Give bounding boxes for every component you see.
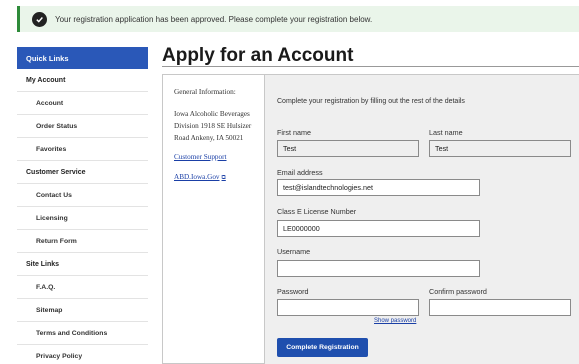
license-label: Class E License Number (277, 207, 357, 216)
agency-address: Iowa Alcoholic Beverages Division 1918 S… (174, 110, 252, 142)
sidebar-item-order-status[interactable]: Order Status (17, 115, 148, 138)
alert-message: Your registration application has been a… (55, 14, 373, 24)
confirm-password-label: Confirm password (429, 287, 487, 296)
sidebar-header: Quick Links (17, 47, 148, 69)
username-label: Username (277, 247, 311, 256)
first-name-label: First name (277, 128, 311, 137)
sidebar-item-account[interactable]: Account (17, 92, 148, 115)
form-intro: Complete your registration by filling ou… (277, 98, 465, 105)
sidebar-item-sitemap[interactable]: Sitemap (17, 299, 148, 322)
sidebar-section-site-links[interactable]: Site Links (17, 253, 148, 276)
abd-site-link[interactable]: ABD.Iowa.Gov ⧉ (174, 173, 264, 182)
last-name-field[interactable]: Test (429, 140, 571, 157)
sidebar-item-favorites[interactable]: Favorites (17, 138, 148, 161)
check-circle-icon (32, 11, 47, 27)
complete-registration-button[interactable]: Complete Registration (277, 338, 368, 357)
first-name-field[interactable]: Test (277, 140, 419, 157)
email-field[interactable]: test@islandtechnologies.net (277, 179, 480, 196)
sidebar-section-my-account[interactable]: My Account (17, 69, 148, 92)
password-label: Password (277, 287, 309, 296)
license-number-field[interactable]: LE0000000 (277, 220, 480, 237)
last-name-label: Last name (429, 128, 463, 137)
external-link-icon: ⧉ (221, 175, 226, 181)
registration-card: General Information: Iowa Alcoholic Beve… (162, 74, 579, 364)
sidebar-item-faq[interactable]: F.A.Q. (17, 276, 148, 299)
username-field[interactable] (277, 260, 480, 277)
sidebar-item-licensing[interactable]: Licensing (17, 207, 148, 230)
registration-form: Complete your registration by filling ou… (265, 75, 579, 364)
general-info-heading: General Information: (174, 87, 236, 96)
quick-links-sidebar: Quick Links My Account Account Order Sta… (17, 47, 148, 364)
success-alert: Your registration application has been a… (17, 6, 579, 32)
password-field[interactable] (277, 299, 419, 316)
show-password-link[interactable]: Show password (374, 318, 416, 324)
sidebar-item-return-form[interactable]: Return Form (17, 230, 148, 253)
customer-support-link[interactable]: Customer Support (174, 153, 264, 161)
page-title: Apply for an Account (162, 45, 354, 66)
title-divider (162, 66, 579, 67)
sidebar-item-contact-us[interactable]: Contact Us (17, 184, 148, 207)
sidebar-section-customer-service[interactable]: Customer Service (17, 161, 148, 184)
confirm-password-field[interactable] (429, 299, 571, 316)
customer-support-label: Customer Support (174, 153, 227, 161)
email-label: Email address (277, 168, 323, 177)
abd-site-label: ABD.Iowa.Gov (174, 173, 220, 181)
sidebar-item-privacy[interactable]: Privacy Policy (17, 345, 148, 364)
sidebar-item-terms[interactable]: Terms and Conditions (17, 322, 148, 345)
general-info-panel: General Information: Iowa Alcoholic Beve… (163, 75, 265, 364)
